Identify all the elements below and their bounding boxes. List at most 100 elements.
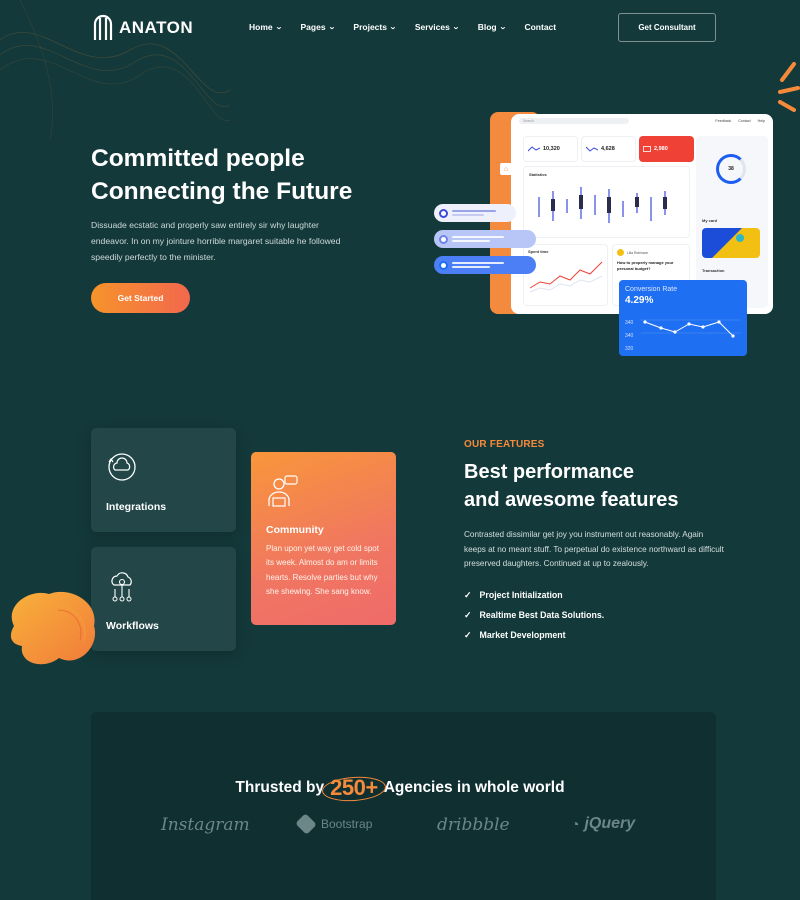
- list-item: ✓ Market Development: [464, 625, 604, 645]
- trusted-prefix: Thrusted by: [235, 779, 325, 796]
- floating-pill: [434, 230, 536, 248]
- trusted-suffix: Agencies in whole world: [383, 779, 565, 796]
- axis-tick: 340: [625, 333, 634, 339]
- mycard-title: My card: [702, 218, 718, 223]
- card-chip-icon: [736, 234, 744, 242]
- conversion-title: Conversion Rate: [625, 286, 678, 293]
- budget-user-name: Lilla Robinson: [627, 250, 649, 255]
- workflow-icon: [111, 572, 132, 602]
- chevron-down-icon: ⌄: [389, 24, 397, 31]
- chevron-down-icon: ⌄: [327, 24, 336, 31]
- dashboard-topbar: Search Feedback Contact Help: [511, 114, 773, 128]
- floating-pill: [434, 204, 516, 222]
- decorative-blob: [10, 591, 96, 665]
- list-item: ✓ Realtime Best Data Solutions.: [464, 605, 604, 625]
- list-item-label: Project Initialization: [479, 590, 563, 600]
- spent-time-panel: Spent time: [523, 244, 608, 306]
- credit-card: [702, 228, 760, 258]
- trusted-section: [91, 712, 716, 900]
- features-title-line2: and awesome features: [464, 489, 679, 511]
- gauge-value: 38: [728, 166, 734, 172]
- candlestick-chart: [538, 187, 667, 223]
- budget-question: How to properly manage your personal bud…: [617, 260, 674, 271]
- dashboard-search: Search: [519, 118, 629, 124]
- features-description: Contrasted dissimilar get joy you instru…: [464, 530, 724, 568]
- check-icon: ✓: [464, 589, 472, 600]
- community-description: Plan upon yet way get cold spot its week…: [266, 544, 379, 596]
- brand-logo-bootstrap: Bootstrap: [295, 813, 373, 835]
- brand-name: Bootstrap: [321, 817, 373, 831]
- get-consultant-button[interactable]: Get Consultant: [618, 13, 716, 42]
- main-nav: Home ⌄ Pages ⌄ Projects ⌄ Services ⌄ Blog ⌄ C…: [249, 22, 556, 32]
- features-kicker: OUR FEATURES: [464, 439, 545, 450]
- trend-icon: [528, 146, 540, 152]
- hero-title-line2: Connecting the Future: [91, 178, 353, 205]
- brand-logo-dribbble: dribbble: [437, 815, 510, 835]
- nav-item-blog[interactable]: Blog ⌄: [478, 22, 507, 32]
- statistics-panel: Statistics: [523, 166, 690, 238]
- axis-tick: 320: [625, 346, 634, 352]
- budget-user: Lilla Robinson: [617, 249, 685, 256]
- brand-name: jQuery: [584, 815, 636, 832]
- check-icon: ✓: [464, 609, 472, 620]
- nav-item-contact[interactable]: Contact: [524, 22, 556, 32]
- hero-title-line1: Committed people: [91, 145, 305, 172]
- dashboard-links: Feedback Contact Help: [715, 119, 765, 123]
- conversion-value: 4.29%: [625, 295, 654, 306]
- nav-label: Home: [249, 22, 273, 32]
- nav-item-pages[interactable]: Pages ⌄: [300, 22, 336, 32]
- conversion-line-chart: [641, 319, 741, 338]
- wallet-icon: [643, 146, 651, 152]
- cloud-sync-icon: [108, 453, 136, 481]
- get-started-button[interactable]: Get Started: [91, 283, 190, 313]
- jquery-swirl-icon: ◔: [571, 816, 580, 832]
- conversion-rate-card: Conversion Rate 4.29% 340 340 320: [619, 280, 747, 356]
- community-title: Community: [266, 524, 324, 536]
- brand-name: dribbble: [437, 815, 510, 835]
- dashboard-link: Contact: [738, 119, 751, 123]
- stat-value: 2,980: [654, 146, 668, 152]
- nav-item-home[interactable]: Home ⌄: [249, 22, 282, 32]
- trusted-number: 250+: [326, 775, 382, 801]
- dashboard-link: Help: [757, 119, 765, 123]
- logo-text: ANATON: [119, 18, 194, 37]
- nav-label: Contact: [524, 22, 557, 32]
- list-item-label: Realtime Best Data Solutions.: [479, 610, 605, 620]
- spent-line-chart: [529, 261, 603, 293]
- nav-label: Pages: [300, 22, 326, 32]
- chevron-down-icon: ⌄: [498, 24, 507, 31]
- brand-logo-jquery: ◔ jQuery: [571, 815, 635, 833]
- brand-name: Instagram: [161, 815, 250, 835]
- nav-item-projects[interactable]: Projects ⌄: [353, 22, 397, 32]
- feature-card-integrations[interactable]: Integrations: [91, 428, 236, 532]
- nav-item-services[interactable]: Services ⌄: [414, 22, 460, 32]
- stat-card: 4,628: [581, 136, 636, 162]
- avatar: [617, 249, 624, 256]
- nav-label: Projects: [353, 22, 387, 32]
- logo[interactable]: ANATON: [91, 14, 193, 42]
- brand-logo-instagram: Instagram: [161, 815, 250, 835]
- stat-card: 10,320: [523, 136, 578, 162]
- feature-card-workflows[interactable]: Workflows: [91, 547, 236, 651]
- pill-dot-icon: [439, 234, 448, 244]
- nav-label: Services: [414, 22, 450, 32]
- dashboard-link: Feedback: [715, 119, 732, 123]
- feature-card-community[interactable]: Community Plan upon yet way get cold spo…: [251, 452, 396, 625]
- pill-dot-icon: [439, 260, 448, 270]
- list-item: ✓ Project Initialization: [464, 585, 604, 605]
- hero-description: Dissuade ecstatic and properly saw entir…: [91, 220, 341, 262]
- community-user-icon: [268, 475, 298, 507]
- decorative-sparkles: [778, 62, 800, 112]
- transaction-title: Transaction: [702, 268, 725, 273]
- workflows-title: Workflows: [106, 620, 159, 632]
- logo-icon: [93, 14, 113, 40]
- trusted-heading: Thrusted by 250+ Agencies in whole world: [0, 775, 800, 801]
- stat-value: 4,628: [601, 146, 615, 152]
- axis-tick: 340: [625, 320, 634, 326]
- floating-pill: [434, 256, 536, 274]
- stat-value: 10,320: [543, 146, 560, 152]
- hero-title: Committed people Connecting the Future: [91, 142, 352, 208]
- stat-card: 2,980: [639, 136, 694, 162]
- trend-icon: [586, 146, 598, 152]
- integrations-title: Integrations: [106, 501, 167, 513]
